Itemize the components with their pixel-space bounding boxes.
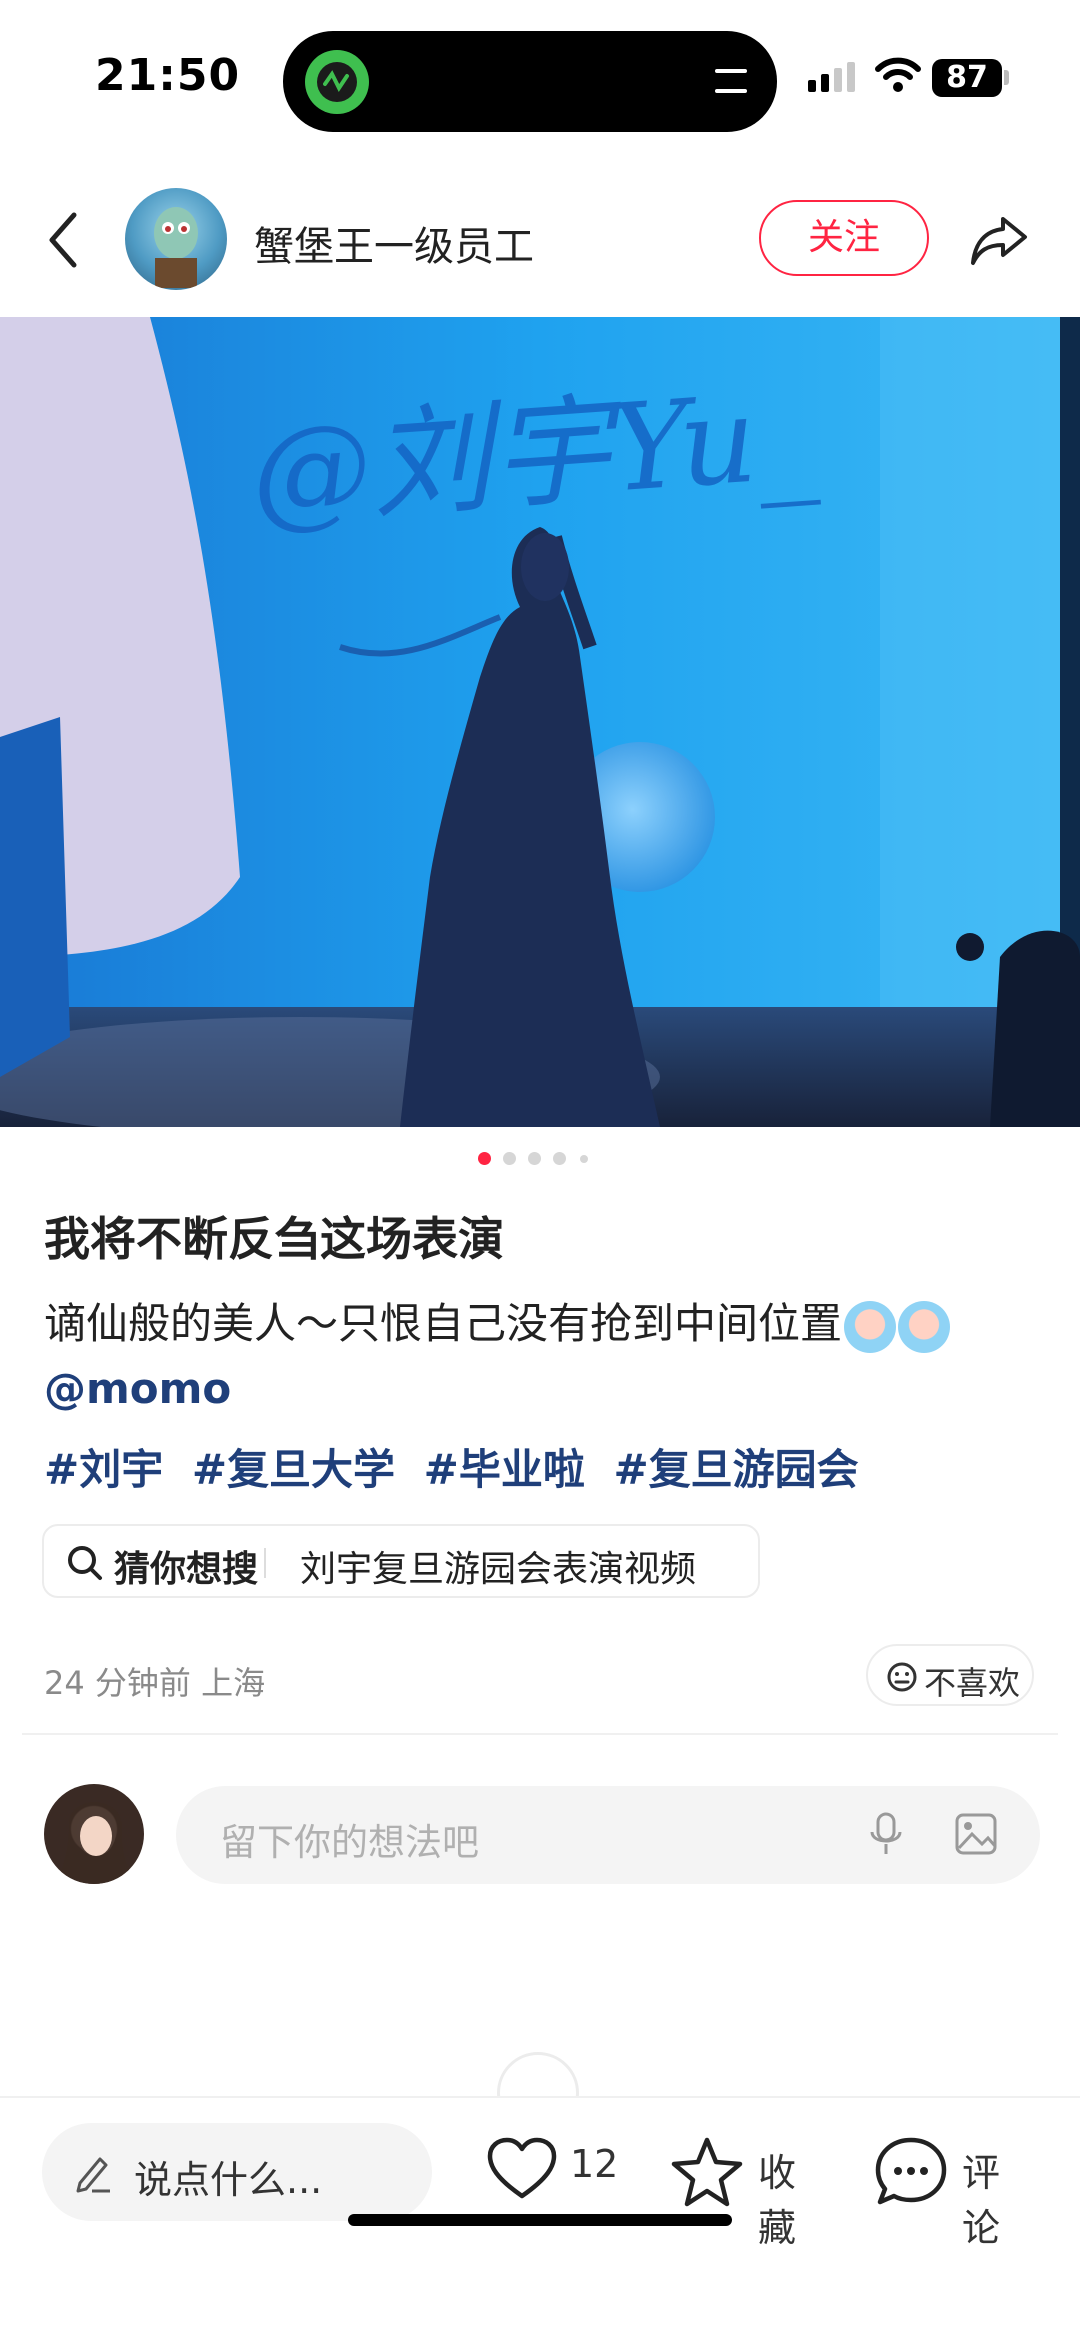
- search-icon: [66, 1544, 104, 1586]
- back-button[interactable]: [40, 205, 90, 275]
- post-image[interactable]: @刘宇Yu_: [0, 317, 1080, 1127]
- home-indicator[interactable]: [348, 2214, 732, 2226]
- author-name[interactable]: 蟹堡王一级员工: [254, 214, 534, 272]
- dynamic-island[interactable]: [283, 31, 777, 132]
- activity-app-icon[interactable]: [305, 50, 369, 114]
- carousel-dot: [528, 1152, 541, 1165]
- post-description-text: 谪仙般的美人～只恨自己没有抢到中间位置: [44, 1299, 843, 1348]
- tag-list: #刘宇 #复旦大学 #毕业啦 #复旦游园会: [44, 1436, 873, 1497]
- search-suggestion-query: 刘宇复旦游园会表演视频: [300, 1549, 697, 1590]
- mention-link[interactable]: @momo: [44, 1364, 231, 1413]
- post-title: 我将不断反刍这场表演: [44, 1212, 504, 1266]
- pencil-icon: [72, 2151, 114, 2197]
- search-suggestion[interactable]: 猜你想搜 刘宇复旦游园会表演视频: [42, 1524, 760, 1598]
- cellular-signal-icon: [808, 60, 860, 100]
- equals-icon: [711, 61, 751, 105]
- carousel-dot: [503, 1152, 516, 1165]
- tag-link[interactable]: #复旦大学: [192, 1445, 395, 1494]
- say-something-button[interactable]: 说点什么...: [42, 2123, 432, 2221]
- comment-placeholder: 留下你的想法吧: [220, 1821, 479, 1864]
- comment-label: 评论: [962, 2151, 1001, 2250]
- dislike-label: 不喜欢: [924, 1664, 1021, 1702]
- crying-emoji-icon: [898, 1300, 951, 1353]
- status-time: 21:50: [95, 50, 241, 101]
- follow-button[interactable]: 关注: [759, 200, 929, 276]
- dislike-button[interactable]: 不喜欢: [866, 1644, 1034, 1706]
- comment-bubble-icon: [875, 2137, 947, 2205]
- share-arrow-icon: [971, 217, 1027, 265]
- carousel-dot-active: [478, 1152, 491, 1165]
- wifi-icon: [875, 55, 921, 99]
- heart-icon: [487, 2137, 557, 2199]
- chevron-left-icon: [49, 212, 77, 268]
- tag-link[interactable]: #刘宇: [44, 1445, 163, 1494]
- comment-button[interactable]: 评论: [874, 2136, 1000, 2250]
- carousel-dot: [580, 1155, 588, 1163]
- neutral-face-icon: [886, 1661, 918, 1697]
- share-button[interactable]: [965, 205, 1035, 275]
- tag-link[interactable]: #毕业啦: [424, 1445, 585, 1494]
- comment-input[interactable]: 留下你的想法吧: [176, 1786, 1040, 1884]
- battery-icon: 87: [932, 59, 1002, 97]
- favorite-button[interactable]: 收藏: [670, 2136, 796, 2250]
- author-avatar[interactable]: [125, 188, 227, 290]
- divider: [264, 1548, 266, 1578]
- microphone-icon[interactable]: [866, 1810, 906, 1864]
- star-icon: [671, 2137, 743, 2207]
- post-meta: 24 分钟前 上海: [44, 1664, 266, 1702]
- say-something-label: 说点什么...: [134, 2158, 323, 2202]
- image-icon[interactable]: [954, 1812, 998, 1860]
- post-description: 谪仙般的美人～只恨自己没有抢到中间位置: [44, 1290, 951, 1353]
- battery-tip: [1004, 70, 1009, 85]
- search-suggestion-label: 猜你想搜: [114, 1549, 259, 1590]
- like-button[interactable]: 12: [486, 2136, 618, 2206]
- favorite-label: 收藏: [758, 2151, 797, 2250]
- tag-link[interactable]: #复旦游园会: [613, 1445, 858, 1494]
- divider: [22, 1733, 1058, 1735]
- user-avatar[interactable]: [44, 1784, 144, 1884]
- carousel-dot: [553, 1152, 566, 1165]
- crying-emoji-icon: [844, 1300, 897, 1353]
- like-count: 12: [570, 2142, 619, 2186]
